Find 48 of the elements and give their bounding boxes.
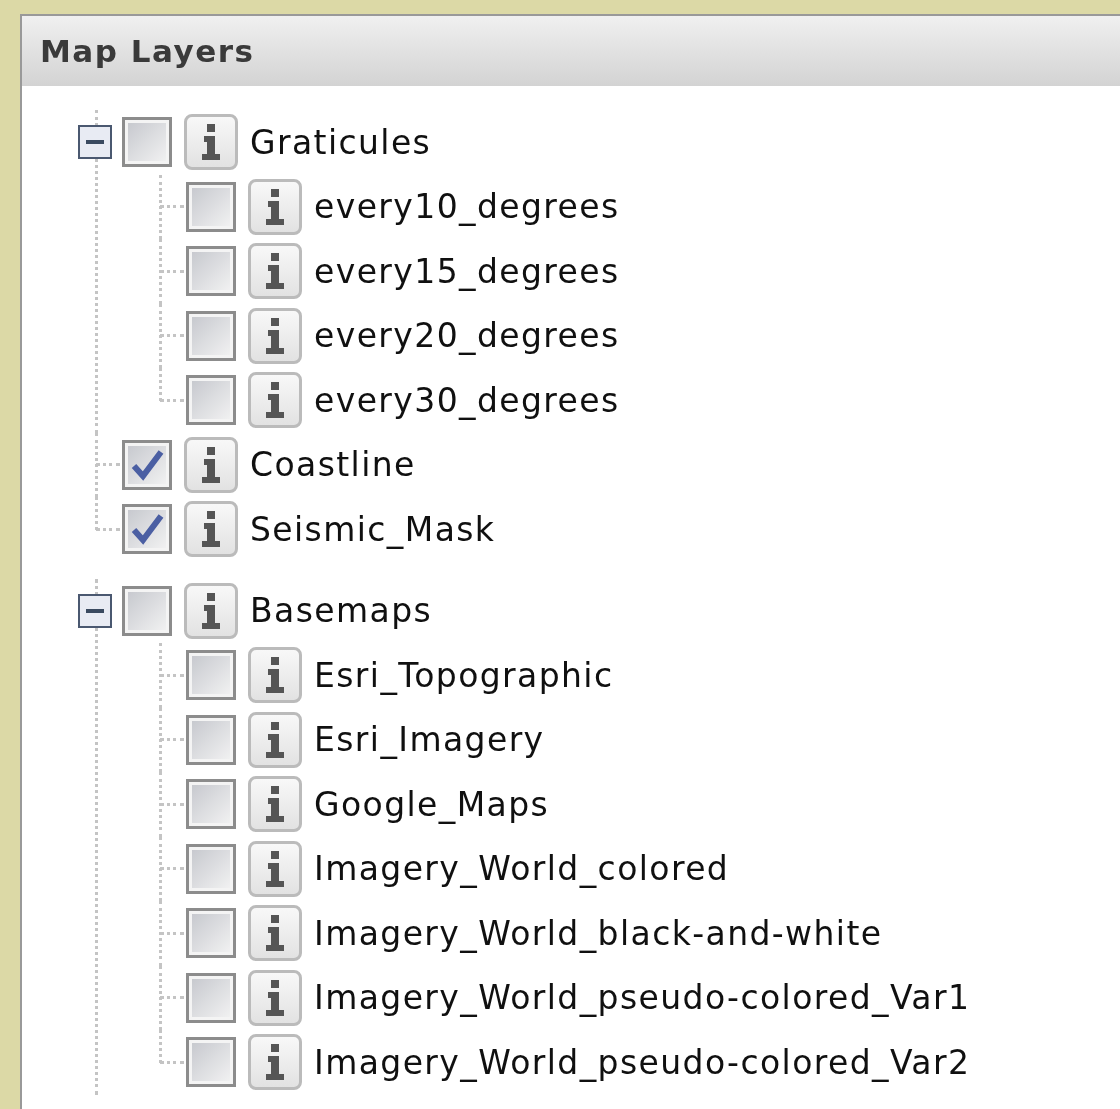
- layer-name: every30_degrees: [314, 380, 620, 420]
- info-icon[interactable]: [248, 178, 302, 235]
- info-icon[interactable]: [248, 647, 302, 704]
- layer-name: every15_degrees: [314, 251, 620, 291]
- layer-name: Coastline: [250, 445, 416, 485]
- layer-name: Basemaps: [250, 591, 433, 631]
- layer-checkbox[interactable]: [186, 972, 236, 1023]
- layer-checkbox[interactable]: [122, 585, 172, 636]
- layer-checkbox[interactable]: [186, 779, 236, 830]
- info-icon[interactable]: [248, 969, 302, 1026]
- layer-checkbox[interactable]: [186, 310, 236, 361]
- layer-name: Graticules: [250, 122, 432, 162]
- layer-checkbox[interactable]: [186, 714, 236, 765]
- info-icon[interactable]: [248, 905, 302, 962]
- layer-name: Imagery_World_black-and-white: [314, 913, 883, 953]
- layer-checkbox[interactable]: [186, 181, 236, 232]
- layer-checkbox[interactable]: [186, 246, 236, 297]
- layer-name: Imagery_World_colored: [314, 849, 730, 889]
- layer-name: Esri_Topographic: [314, 655, 614, 695]
- layer-checkbox[interactable]: [122, 439, 172, 490]
- layer-checkbox[interactable]: [186, 375, 236, 426]
- info-icon[interactable]: [248, 307, 302, 364]
- info-icon[interactable]: [248, 776, 302, 833]
- layer-name: Esri_Imagery: [314, 720, 545, 760]
- layer-name: every10_degrees: [314, 187, 620, 227]
- layer-checkbox[interactable]: [186, 1037, 236, 1088]
- layer-checkbox[interactable]: [122, 117, 172, 168]
- info-icon[interactable]: [184, 436, 238, 493]
- info-icon[interactable]: [184, 501, 238, 558]
- info-icon[interactable]: [184, 582, 238, 639]
- panel-title: Map Layers: [40, 33, 255, 69]
- info-icon[interactable]: [184, 114, 238, 171]
- layer-checkbox[interactable]: [122, 504, 172, 555]
- info-icon[interactable]: [248, 372, 302, 429]
- collapse-toggle-icon[interactable]: [78, 593, 112, 628]
- layer-checkbox[interactable]: [186, 650, 236, 701]
- layer-name: Google_Maps: [314, 784, 550, 824]
- collapse-toggle-icon[interactable]: [78, 125, 112, 160]
- layer-name: Seismic_Mask: [250, 509, 496, 549]
- layer-name: Imagery_World_pseudo-colored_Var1: [314, 978, 971, 1018]
- layer-checkbox[interactable]: [186, 843, 236, 894]
- info-icon[interactable]: [248, 711, 302, 768]
- layer-name: Imagery_World_pseudo-colored_Var2: [314, 1042, 971, 1082]
- info-icon[interactable]: [248, 243, 302, 300]
- info-icon[interactable]: [248, 1034, 302, 1091]
- info-icon[interactable]: [248, 840, 302, 897]
- layer-name: every20_degrees: [314, 316, 620, 356]
- layer-checkbox[interactable]: [186, 908, 236, 959]
